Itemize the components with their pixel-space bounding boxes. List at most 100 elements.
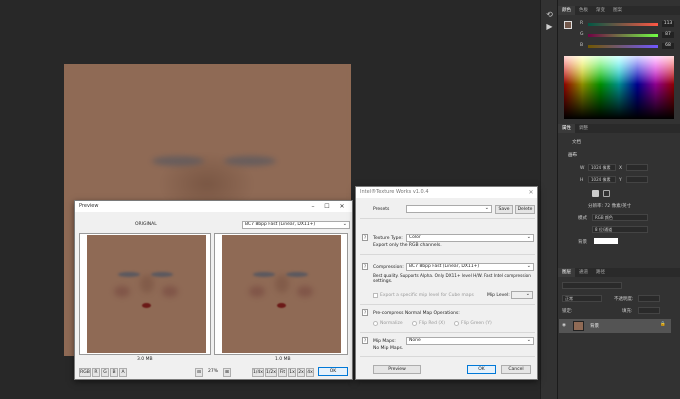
zoom-1x-button[interactable]: 1x [288,368,296,377]
red-track[interactable] [588,23,658,26]
dialog-ok-button[interactable]: OK [467,365,496,374]
dialog-close-button[interactable]: ✕ [525,187,537,198]
channel-a-button[interactable]: A [119,368,127,377]
tab-swatches[interactable]: 色板 [575,6,592,15]
original-image [87,235,206,353]
tab-gradients[interactable]: 渐变 [592,6,609,15]
normal-map-label: Pre-compress Normal Map Operations: [373,311,460,316]
blend-mode-select[interactable]: 正常 [562,295,602,302]
green-value[interactable]: 87 [662,32,674,38]
tab-patterns[interactable]: 图案 [609,6,626,15]
channel-g-button[interactable]: G [101,368,109,377]
normal-map-help-icon[interactable]: ? [362,309,368,316]
compression-help-icon[interactable]: ? [362,263,368,270]
texture-type-select[interactable]: Color [406,234,534,242]
photoshop-topbar [0,0,540,23]
mip-maps-help-icon[interactable]: ? [362,337,368,344]
texture-type-description: Export only the RGB channels. [373,243,442,248]
width-label: W [580,166,585,171]
tab-paths[interactable]: 路径 [592,268,609,277]
background-label: 背景 [578,240,587,245]
minimize-button[interactable]: – [307,201,319,212]
normalize-label: Normalize [380,321,403,326]
lock-label: 锁定: [562,309,573,314]
zoom-fit-button[interactable]: Fit [278,368,287,377]
play-icon[interactable]: ▶ [545,22,554,31]
zoom-half-button[interactable]: 1/2x [265,368,277,377]
zoom-4x-button[interactable]: 4x [306,368,314,377]
red-value[interactable]: 113 [662,21,674,27]
preview-compression-select[interactable]: BC7 8bpp Fast (Linear, DX11+) [242,221,350,229]
green-track[interactable] [588,34,658,37]
tab-color[interactable]: 颜色 [558,6,575,15]
mode-select[interactable]: RGB 颜色 [592,214,648,221]
maximize-button[interactable]: ☐ [321,201,333,212]
channel-b-button[interactable]: B [110,368,118,377]
compressed-pane[interactable] [214,233,348,355]
compressed-size: 1.0 MB [275,357,291,362]
mip-level-select[interactable] [511,291,533,299]
red-slider[interactable]: R 113 [564,21,674,27]
texture-type-help-icon[interactable]: ? [362,234,368,241]
original-pane[interactable] [79,233,211,355]
layer-row-background[interactable]: ◉ 背景 🔒 [559,319,671,333]
original-right-eye [151,272,173,277]
normalize-radio[interactable] [373,321,378,326]
zoom-2x-button[interactable]: 2x [297,368,305,377]
background-color-swatch[interactable] [594,238,618,244]
compression-select[interactable]: BC7 8bpp Fast (Linear, DX11+) [406,263,534,271]
dialog-cancel-button[interactable]: Cancel [501,365,531,374]
zoom-value: 27% [208,369,219,374]
texture-works-title: Intel®Texture Works v1.0.4 [360,189,429,195]
flip-green-label: Flip Green (Y) [461,321,492,326]
tab-channels[interactable]: 通道 [575,268,592,277]
orientation-landscape-icon[interactable] [603,190,610,197]
presets-save-button[interactable]: Save [495,205,513,214]
depth-select[interactable]: 8 位/通道 [592,226,648,233]
layer-thumbnail [573,321,584,331]
preview-ok-button[interactable]: OK [318,367,348,376]
mip-maps-description: No Mip Maps. [373,346,404,351]
zoom-out-icon[interactable]: ⊟ [195,368,203,377]
fill-field[interactable] [638,307,660,314]
zoom-quarter-button[interactable]: 1/4x [252,368,264,377]
original-left-eye [118,272,140,277]
export-mip-checkbox[interactable] [373,293,378,298]
green-slider[interactable]: G 87 [564,32,674,38]
height-field[interactable]: 1024 像素 [588,176,616,183]
presets-select[interactable] [406,205,492,213]
lock-icon: 🔒 [660,322,666,327]
orientation-portrait-icon[interactable] [592,190,599,197]
channel-r-button[interactable]: R [92,368,100,377]
width-field[interactable]: 1024 像素 [588,164,616,171]
compression-description-line1: Best quality. Supports Alpha. Only DX11+… [373,273,531,278]
original-label: ORIGINAL [135,222,157,227]
tab-layers[interactable]: 图层 [558,268,575,277]
eye-icon[interactable]: ◉ [562,323,566,328]
mip-maps-select[interactable]: None [406,337,534,345]
flip-green-radio[interactable] [454,321,459,326]
canvas-heading: 画布 [568,153,577,158]
opacity-field[interactable] [638,295,660,302]
zoom-in-icon[interactable]: ⊞ [223,368,231,377]
blue-track[interactable] [588,45,658,48]
compression-description-line2: settings. [373,279,393,284]
layers-tabs: 图层 通道 路径 [558,268,680,277]
mip-maps-label: Mip Maps: [373,339,396,344]
dialog-preview-button[interactable]: Preview [373,365,421,374]
channel-rgb-button[interactable]: RGB [79,368,91,377]
y-field[interactable] [626,176,648,183]
blue-slider[interactable]: B 68 [564,43,674,49]
texture-works-titlebar[interactable]: Intel®Texture Works v1.0.4 [356,187,537,198]
color-spectrum[interactable] [564,56,674,119]
tab-adjustments[interactable]: 调整 [575,124,592,133]
blue-value[interactable]: 68 [662,43,674,49]
layer-name[interactable]: 背景 [590,323,599,329]
layer-filter[interactable] [562,282,622,289]
tab-properties[interactable]: 属性 [558,124,575,133]
flip-red-radio[interactable] [412,321,417,326]
x-field[interactable] [626,164,648,171]
presets-delete-button[interactable]: Delete [515,205,535,214]
history-icon[interactable]: ⟲ [545,10,554,19]
close-button[interactable]: ✕ [336,201,348,212]
